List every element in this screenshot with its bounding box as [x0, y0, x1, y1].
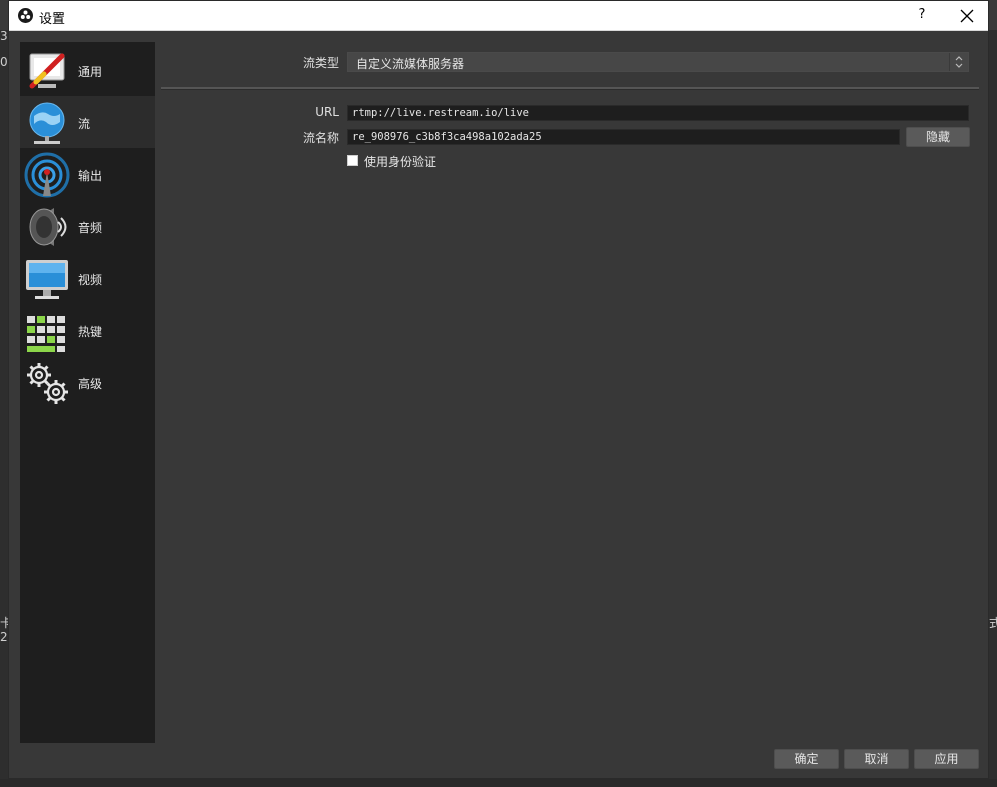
background-app-right: [989, 30, 997, 787]
chevron-up-down-icon: [949, 53, 968, 71]
video-monitor-icon: [24, 256, 70, 302]
hide-key-button[interactable]: 隐藏: [906, 127, 970, 147]
sidebar-item-label: 通用: [78, 65, 103, 79]
use-auth-checkbox[interactable]: [347, 155, 358, 166]
stream-type-value: 自定义流媒体服务器: [356, 57, 465, 71]
sidebar-item-label: 热键: [78, 325, 103, 339]
close-button[interactable]: [955, 4, 979, 28]
sidebar-item-stream[interactable]: 流: [20, 96, 155, 148]
sidebar-item-advanced[interactable]: 高级: [20, 356, 155, 408]
sidebar-item-output[interactable]: 输出: [20, 148, 155, 200]
audio-speaker-icon: [24, 204, 70, 250]
sidebar-item-label: 输出: [78, 169, 103, 183]
apply-button[interactable]: 应用: [914, 749, 979, 769]
title-bar: 设置 ?: [9, 1, 988, 31]
stream-key-label: 流名称: [302, 131, 339, 145]
sidebar-item-label: 高级: [78, 377, 103, 391]
sidebar-item-audio[interactable]: 音频: [20, 200, 155, 252]
use-auth-label[interactable]: 使用身份验证: [364, 153, 436, 170]
sidebar-item-general[interactable]: 通用: [20, 44, 155, 96]
sidebar-item-label: 流: [78, 117, 91, 131]
background-text: 2: [0, 630, 8, 644]
background-text: 0: [0, 55, 8, 69]
sidebar-item-label: 视频: [78, 273, 103, 287]
output-antenna-icon: [24, 152, 70, 198]
settings-dialog: 设置 ? 通用 流 输出 音频 视频 热键 高级 流类型 自定义流媒体服务器 U…: [8, 0, 989, 779]
stream-type-label: 流类型: [302, 56, 339, 70]
advanced-gears-icon: [24, 360, 70, 406]
stream-type-select[interactable]: 自定义流媒体服务器: [347, 52, 969, 72]
background-app-bottom: [0, 779, 997, 787]
sidebar-item-video[interactable]: 视频: [20, 252, 155, 304]
settings-sidebar: 通用 流 输出 音频 视频 热键 高级: [20, 42, 155, 743]
background-text: 3: [0, 29, 8, 43]
url-label: URL: [315, 105, 339, 119]
help-button[interactable]: ?: [915, 7, 929, 25]
divider: [161, 87, 979, 90]
general-icon: [24, 48, 70, 94]
obs-logo-icon: [18, 8, 33, 23]
window-title: 设置: [39, 12, 66, 27]
sidebar-item-hotkeys[interactable]: 热键: [20, 304, 155, 356]
background-text: 式: [989, 616, 997, 630]
hotkeys-keyboard-icon: [24, 308, 70, 354]
url-input[interactable]: rtmp://live.restream.io/live: [347, 105, 969, 121]
sidebar-item-label: 音频: [78, 221, 103, 235]
stream-globe-icon: [24, 100, 70, 146]
cancel-button[interactable]: 取消: [844, 749, 909, 769]
background-app-left: [0, 30, 8, 787]
close-icon: [960, 9, 974, 23]
stream-key-input[interactable]: re_908976_c3b8f3ca498a102ada25: [347, 129, 900, 145]
stream-settings-panel: 流类型 自定义流媒体服务器 URL rtmp://live.restream.i…: [159, 42, 979, 742]
ok-button[interactable]: 确定: [774, 749, 839, 769]
